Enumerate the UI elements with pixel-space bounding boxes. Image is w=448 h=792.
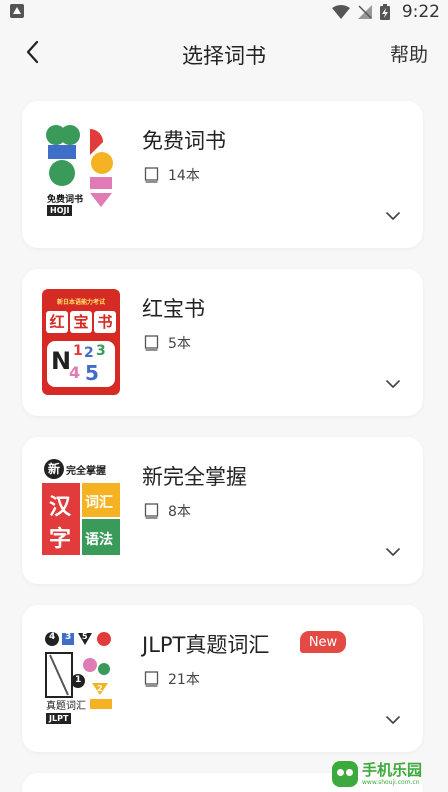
new-badge: New xyxy=(300,631,346,653)
book-card-free[interactable]: 免费词书 HOJI 免费词书 14本 xyxy=(22,101,423,248)
watermark-logo-icon xyxy=(332,761,358,787)
watermark-text: 手机乐园 www.shouji.com.cn xyxy=(362,760,423,786)
help-button[interactable]: 帮助 xyxy=(390,40,428,67)
cover-subtitle: 新日本语能力考试 xyxy=(56,299,105,306)
cover-level-number: 5 xyxy=(85,361,99,385)
chevron-down-icon[interactable] xyxy=(385,547,401,557)
cover-number: 1 xyxy=(75,675,82,685)
book-count-row: 14本 xyxy=(144,165,200,185)
cover-char: 宝 xyxy=(70,311,92,333)
book-icon xyxy=(144,335,159,351)
battery-charging-icon xyxy=(379,4,390,20)
book-card-new-complete-mastery[interactable]: 新 完全掌握 汉 字 词汇 语法 新完全掌握 8本 xyxy=(22,437,423,584)
book-card-red-book[interactable]: 新日本语能力考试 红 宝 书 N 1 2 3 4 5 红宝书 5本 xyxy=(22,269,423,416)
cover-header: 新 完全掌握 xyxy=(42,457,120,481)
cover-vocab-block: 词汇 xyxy=(82,483,120,517)
book-count-row: 8本 xyxy=(144,501,191,521)
chevron-down-icon[interactable] xyxy=(385,211,401,221)
cover-char: 红 xyxy=(46,311,68,333)
book-cover-free: 免费词书 HOJI xyxy=(42,121,120,227)
watermark: 手机乐园 www.shouji.com.cn xyxy=(332,758,444,790)
book-title: JLPT真题词汇 xyxy=(142,633,270,657)
wifi-icon xyxy=(331,5,350,19)
cover-char: 书 xyxy=(94,311,116,333)
book-count: 5本 xyxy=(168,336,191,352)
cover-vocab-label: 词汇 xyxy=(85,495,113,511)
cover-grammar-label: 语法 xyxy=(85,532,113,548)
cover-label: 免费词书 xyxy=(47,195,84,205)
chevron-down-icon[interactable] xyxy=(385,379,401,389)
cover-kanji-block: 汉 字 xyxy=(42,483,80,555)
no-signal-icon xyxy=(357,5,372,19)
cover-new-mark: 新 xyxy=(44,459,64,479)
cover-number: 2 xyxy=(97,684,103,693)
book-cover-red-book: 新日本语能力考试 红 宝 书 N 1 2 3 4 5 xyxy=(42,289,120,395)
cover-level-box: N 1 2 3 4 5 xyxy=(47,341,115,387)
book-count: 14本 xyxy=(168,168,200,184)
nav-bar: 选择词书 帮助 xyxy=(0,24,448,82)
book-icon xyxy=(144,671,159,687)
cover-title: 红 宝 书 xyxy=(46,311,116,333)
cover-logo: JLPT xyxy=(46,713,72,724)
cover-number: 5 xyxy=(82,632,88,641)
status-bar: 9:22 xyxy=(0,0,448,24)
app-notification-icon xyxy=(10,4,24,18)
book-cover-jlpt-vocab: 4 3 5 1 2 真题词汇 JLPT xyxy=(42,625,120,731)
cover-number: 3 xyxy=(65,632,72,642)
cover-level-number: 1 xyxy=(73,343,83,359)
book-cover-new-complete-mastery: 新 完全掌握 汉 字 词汇 语法 xyxy=(42,457,120,563)
book-icon xyxy=(144,167,159,183)
cover-char: 字 xyxy=(49,527,72,552)
cover-logo: HOJI xyxy=(47,205,73,216)
page-title: 选择词书 xyxy=(182,44,266,68)
status-time: 9:22 xyxy=(401,2,440,22)
watermark-url: www.shouji.com.cn xyxy=(362,778,420,786)
book-title: 红宝书 xyxy=(142,297,205,321)
book-count-row: 21本 xyxy=(144,669,200,689)
cover-title: 真题词汇 xyxy=(46,701,86,712)
cover-level-number: 2 xyxy=(84,345,94,361)
cover-level-number: 3 xyxy=(96,343,106,359)
book-count-row: 5本 xyxy=(144,333,191,353)
cover-number: 4 xyxy=(49,632,56,642)
book-title: 新完全掌握 xyxy=(142,465,247,489)
cover-char: 汉 xyxy=(49,495,72,520)
watermark-name: 手机乐园 xyxy=(362,760,423,779)
book-count: 8本 xyxy=(168,504,191,520)
book-icon xyxy=(144,503,159,519)
status-icons: 9:22 xyxy=(331,0,440,24)
cover-level-number: 4 xyxy=(69,363,81,382)
chevron-down-icon[interactable] xyxy=(385,715,401,725)
book-card-jlpt-vocab[interactable]: 4 3 5 1 2 真题词汇 JLPT JLPT真题词汇 New 21本 xyxy=(22,605,423,752)
cover-grammar-block: 语法 xyxy=(82,519,120,555)
book-count: 21本 xyxy=(168,672,200,688)
book-title: 免费词书 xyxy=(142,129,226,153)
cover-series: 完全掌握 xyxy=(66,465,106,477)
